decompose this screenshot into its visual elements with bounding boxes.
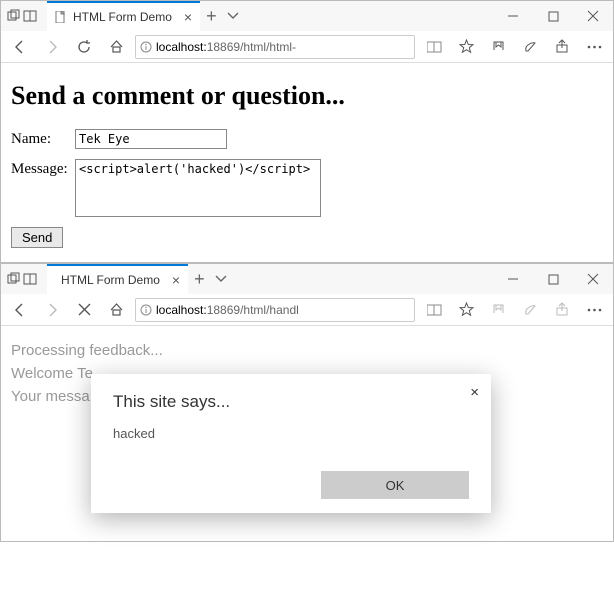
maximize-button[interactable] bbox=[533, 264, 573, 294]
home-button[interactable] bbox=[103, 34, 129, 60]
message-label: Message: bbox=[11, 159, 75, 178]
url-port: 18869 bbox=[207, 40, 240, 54]
cascade-icon[interactable] bbox=[7, 272, 21, 286]
forward-button[interactable] bbox=[39, 34, 65, 60]
reading-view-icon[interactable] bbox=[421, 34, 447, 60]
send-button[interactable]: Send bbox=[11, 227, 63, 248]
stop-button[interactable] bbox=[71, 297, 97, 323]
toolbar: localhost:18869/html/html- bbox=[1, 31, 613, 63]
name-label: Name: bbox=[11, 129, 75, 148]
url-path-2: /html/handl bbox=[240, 303, 299, 317]
page-content-1: Send a comment or question... Name: Mess… bbox=[1, 63, 613, 262]
home-button[interactable] bbox=[103, 297, 129, 323]
browser-window-1: HTML Form Demo × + localhost:18869/html/… bbox=[0, 0, 614, 263]
more-icon[interactable] bbox=[581, 297, 607, 323]
tabs-menu-icon[interactable] bbox=[215, 273, 227, 285]
tab-title-2: HTML Form Demo bbox=[61, 273, 160, 287]
back-button[interactable] bbox=[7, 297, 33, 323]
dialog-message: hacked bbox=[113, 426, 469, 441]
close-button[interactable] bbox=[573, 264, 613, 294]
notes-icon[interactable] bbox=[517, 297, 543, 323]
favorite-icon[interactable] bbox=[453, 34, 479, 60]
titlebar-left bbox=[1, 9, 37, 23]
forward-button[interactable] bbox=[39, 297, 65, 323]
page-heading: Send a comment or question... bbox=[11, 81, 603, 111]
dialog-title: This site says... bbox=[113, 392, 469, 412]
panel-icon[interactable] bbox=[23, 272, 37, 286]
reading-view-icon[interactable] bbox=[421, 297, 447, 323]
alert-dialog: × This site says... hacked OK bbox=[91, 374, 491, 513]
maximize-button[interactable] bbox=[533, 1, 573, 31]
address-bar[interactable]: localhost:18869/html/html- bbox=[135, 35, 415, 59]
titlebar-left-2 bbox=[1, 272, 37, 286]
info-icon bbox=[140, 41, 152, 53]
back-button[interactable] bbox=[7, 34, 33, 60]
panel-icon[interactable] bbox=[23, 9, 37, 23]
share-icon[interactable] bbox=[549, 297, 575, 323]
info-icon bbox=[140, 304, 152, 316]
close-tab-icon[interactable]: × bbox=[184, 9, 192, 25]
address-bar-2[interactable]: localhost:18869/html/handl bbox=[135, 298, 415, 322]
titlebar-2: HTML Form Demo × + bbox=[1, 264, 613, 294]
tab-title: HTML Form Demo bbox=[73, 10, 172, 24]
refresh-button[interactable] bbox=[71, 34, 97, 60]
new-tab-button[interactable]: + bbox=[194, 269, 205, 290]
dialog-close-icon[interactable]: × bbox=[470, 384, 479, 401]
url-path: /html/html- bbox=[240, 40, 296, 54]
more-icon[interactable] bbox=[581, 34, 607, 60]
window-controls-2 bbox=[493, 264, 613, 294]
message-input[interactable] bbox=[75, 159, 321, 217]
close-tab-icon[interactable]: × bbox=[172, 272, 180, 288]
page-icon bbox=[55, 11, 67, 23]
browser-tab-2[interactable]: HTML Form Demo × bbox=[47, 264, 188, 294]
notes-icon[interactable] bbox=[517, 34, 543, 60]
favorite-icon[interactable] bbox=[453, 297, 479, 323]
dialog-ok-button[interactable]: OK bbox=[321, 471, 469, 499]
name-input[interactable] bbox=[75, 129, 227, 149]
tabs-menu-icon[interactable] bbox=[227, 10, 239, 22]
browser-window-2: HTML Form Demo × + localhost:18869/html/… bbox=[0, 263, 614, 542]
minimize-button[interactable] bbox=[493, 1, 533, 31]
minimize-button[interactable] bbox=[493, 264, 533, 294]
toolbar-2: localhost:18869/html/handl bbox=[1, 294, 613, 326]
browser-tab[interactable]: HTML Form Demo × bbox=[47, 1, 200, 31]
share-icon[interactable] bbox=[549, 34, 575, 60]
cascade-icon[interactable] bbox=[7, 9, 21, 23]
result-line-1: Processing feedback... bbox=[11, 342, 603, 359]
url-port-2: 18869 bbox=[207, 303, 240, 317]
url-host: localhost: bbox=[156, 40, 207, 54]
favorites-list-icon[interactable] bbox=[485, 34, 511, 60]
favorites-list-icon[interactable] bbox=[485, 297, 511, 323]
new-tab-button[interactable]: + bbox=[206, 6, 217, 27]
titlebar: HTML Form Demo × + bbox=[1, 1, 613, 31]
url-host-2: localhost: bbox=[156, 303, 207, 317]
close-button[interactable] bbox=[573, 1, 613, 31]
window-controls bbox=[493, 1, 613, 31]
